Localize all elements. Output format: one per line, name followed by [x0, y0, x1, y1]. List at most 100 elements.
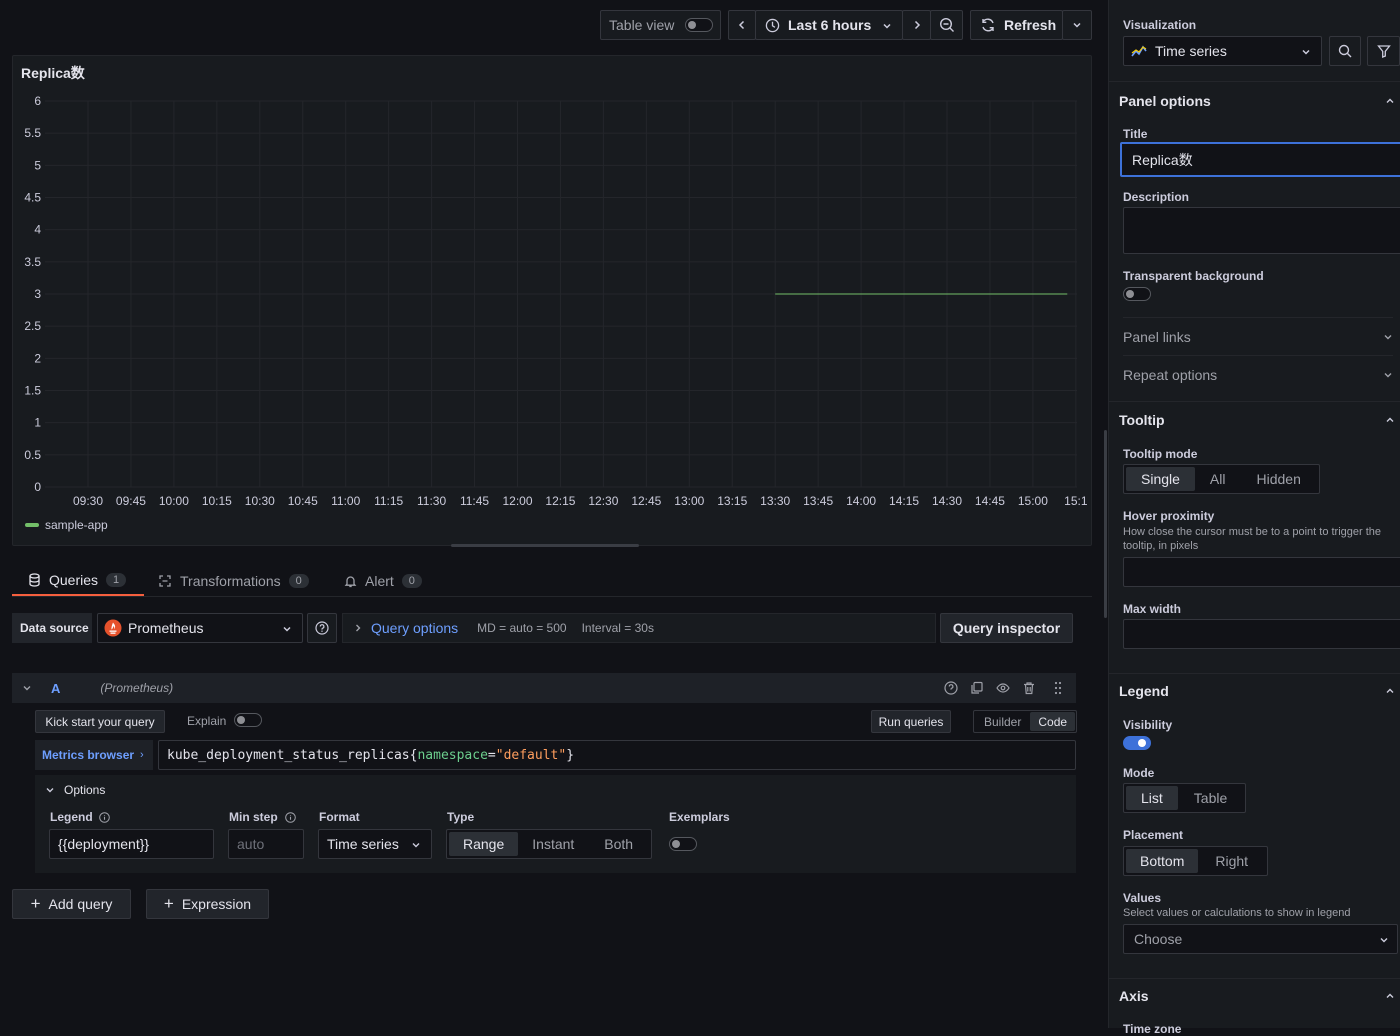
legend-values-select[interactable]: Choose [1123, 924, 1398, 954]
metrics-browser-label: Metrics browser [42, 748, 135, 762]
legend-visibility-switch[interactable] [1123, 736, 1151, 750]
promql-label-name: namespace [417, 747, 488, 763]
table-view-label: Table view [609, 17, 675, 33]
x-tick-label: 12:30 [588, 494, 618, 508]
options-filter-button[interactable] [1367, 36, 1400, 66]
add-expression-button[interactable]: + Expression [146, 889, 269, 919]
info-circle-icon [99, 812, 110, 823]
visualization-picker[interactable]: Time series [1123, 36, 1322, 66]
legend-placement-bottom[interactable]: Bottom [1126, 849, 1199, 873]
query-inspector-button[interactable]: Query inspector [940, 613, 1073, 643]
legend-format-input[interactable]: {{deployment}} [49, 829, 214, 859]
tooltip-mode-hidden[interactable]: Hidden [1240, 467, 1316, 491]
promql-editor[interactable]: kube_deployment_status_replicas{namespac… [158, 740, 1076, 770]
legend-title: Legend [1119, 683, 1169, 699]
legend-header[interactable]: Legend [1119, 683, 1395, 699]
table-view-toggle[interactable]: Table view [600, 10, 721, 40]
datasource-picker[interactable]: Prometheus [97, 613, 303, 643]
min-step-input[interactable]: auto [228, 829, 304, 859]
query-options-bar[interactable]: Query options MD = auto = 500 Interval =… [342, 613, 936, 643]
run-queries-button[interactable]: Run queries [871, 710, 951, 733]
hover-proximity-input[interactable] [1123, 557, 1400, 587]
tooltip-mode-single[interactable]: Single [1126, 467, 1195, 491]
tab-alert[interactable]: Alert 0 [344, 565, 422, 596]
time-range-back-button[interactable] [728, 10, 756, 40]
min-step-placeholder: auto [237, 836, 265, 852]
add-query-button[interactable]: + Add query [12, 889, 131, 919]
chevron-down-icon [1072, 20, 1082, 30]
legend-values-label: Values [1123, 891, 1162, 905]
zoom-out-button[interactable] [930, 10, 963, 40]
legend-placement-right[interactable]: Right [1198, 849, 1265, 873]
metrics-browser-button[interactable]: Metrics browser › [35, 740, 153, 770]
chevron-right-icon [353, 623, 363, 633]
options-search-button[interactable] [1329, 36, 1361, 66]
transparent-background-switch[interactable] [1123, 287, 1151, 301]
tooltip-mode-all[interactable]: All [1195, 467, 1241, 491]
query-ref-id[interactable]: A [51, 681, 60, 696]
zoom-out-icon [939, 17, 955, 33]
datasource-label: Data source [12, 613, 92, 643]
tab-queries[interactable]: Queries 1 [12, 565, 144, 596]
query-row-header[interactable]: A (Prometheus) [12, 673, 1076, 703]
options-toggle[interactable]: Options [45, 783, 105, 797]
legend-mode-list[interactable]: List [1126, 786, 1178, 810]
x-tick-label: 12:15 [545, 494, 575, 508]
drag-handle-icon[interactable] [1054, 681, 1062, 695]
promql-metric: kube_deployment_status_replicas [167, 747, 410, 763]
x-tick-label: 14:30 [932, 494, 962, 508]
time-range-picker[interactable]: Last 6 hours [755, 10, 903, 40]
query-type-radio: Range Instant Both [446, 829, 653, 859]
max-width-input[interactable] [1123, 619, 1400, 649]
refresh-button[interactable]: Refresh [970, 10, 1063, 40]
type-option-instant[interactable]: Instant [518, 832, 588, 856]
x-tick-label: 14:45 [975, 494, 1005, 508]
time-series-chart[interactable]: 6 5.5 5 4.5 4 3.5 3 2.5 2 1.5 1 0.5 0 09:30 09:45 10:00… [13, 56, 1093, 547]
legend-format-value: {{deployment}} [58, 836, 150, 852]
duplicate-icon[interactable] [970, 681, 984, 695]
code-mode-option[interactable]: Code [1030, 712, 1076, 731]
time-range-label: Last 6 hours [788, 17, 872, 33]
query-options-label[interactable]: Query options [371, 620, 458, 636]
format-select[interactable]: Time series [318, 829, 432, 859]
time-range-forward-button[interactable] [902, 10, 931, 40]
visualization-label: Visualization [1123, 18, 1197, 32]
run-queries-label: Run queries [878, 714, 944, 729]
trash-icon[interactable] [1022, 681, 1036, 695]
title-input[interactable]: Replica数 [1120, 142, 1400, 177]
kick-start-query-button[interactable]: Kick start your query [35, 710, 165, 733]
exemplars-switch[interactable] [669, 837, 697, 851]
pane-splitter[interactable] [1104, 430, 1107, 618]
description-textarea[interactable] [1123, 207, 1400, 254]
type-option-range[interactable]: Range [449, 832, 519, 856]
tooltip-mode-label: Tooltip mode [1123, 447, 1198, 461]
type-option-both[interactable]: Both [588, 832, 649, 856]
panel-links-collapse[interactable]: Panel links [1123, 317, 1393, 355]
axis-header[interactable]: Axis [1119, 988, 1395, 1004]
panel-resize-handle[interactable] [451, 544, 639, 547]
legend-series-name[interactable]: sample-app [45, 518, 108, 532]
builder-mode-option[interactable]: Builder [975, 712, 1030, 731]
eye-icon[interactable] [996, 681, 1010, 695]
datasource-help-button[interactable] [307, 613, 337, 643]
explain-switch[interactable] [234, 713, 262, 727]
chevron-down-icon [1301, 47, 1311, 57]
question-circle-icon[interactable] [944, 681, 958, 695]
refresh-interval-dropdown[interactable] [1062, 10, 1092, 40]
tab-transformations[interactable]: Transformations 0 [158, 565, 309, 596]
legend-mode-table[interactable]: Table [1178, 786, 1243, 810]
promql-brace: } [566, 747, 575, 763]
chevron-down-icon[interactable] [22, 683, 32, 693]
panel-options-header[interactable]: Panel options [1119, 93, 1395, 109]
panel: Replica数 6 5.5 5 4.5 4 3.5 3 2.5 2 1.5 1 0.5 0 09:30 0… [12, 55, 1092, 546]
database-icon [28, 572, 41, 587]
chevron-right-icon [912, 20, 922, 30]
x-tick-label: 09:45 [116, 494, 146, 508]
table-view-switch[interactable] [685, 18, 713, 32]
y-tick-label: 2 [34, 351, 41, 365]
visualization-value: Time series [1155, 43, 1227, 59]
y-tick-label: 0.5 [24, 448, 41, 462]
repeat-options-collapse[interactable]: Repeat options [1123, 355, 1393, 393]
x-tick-label: 10:15 [202, 494, 232, 508]
tooltip-header[interactable]: Tooltip [1119, 412, 1395, 428]
